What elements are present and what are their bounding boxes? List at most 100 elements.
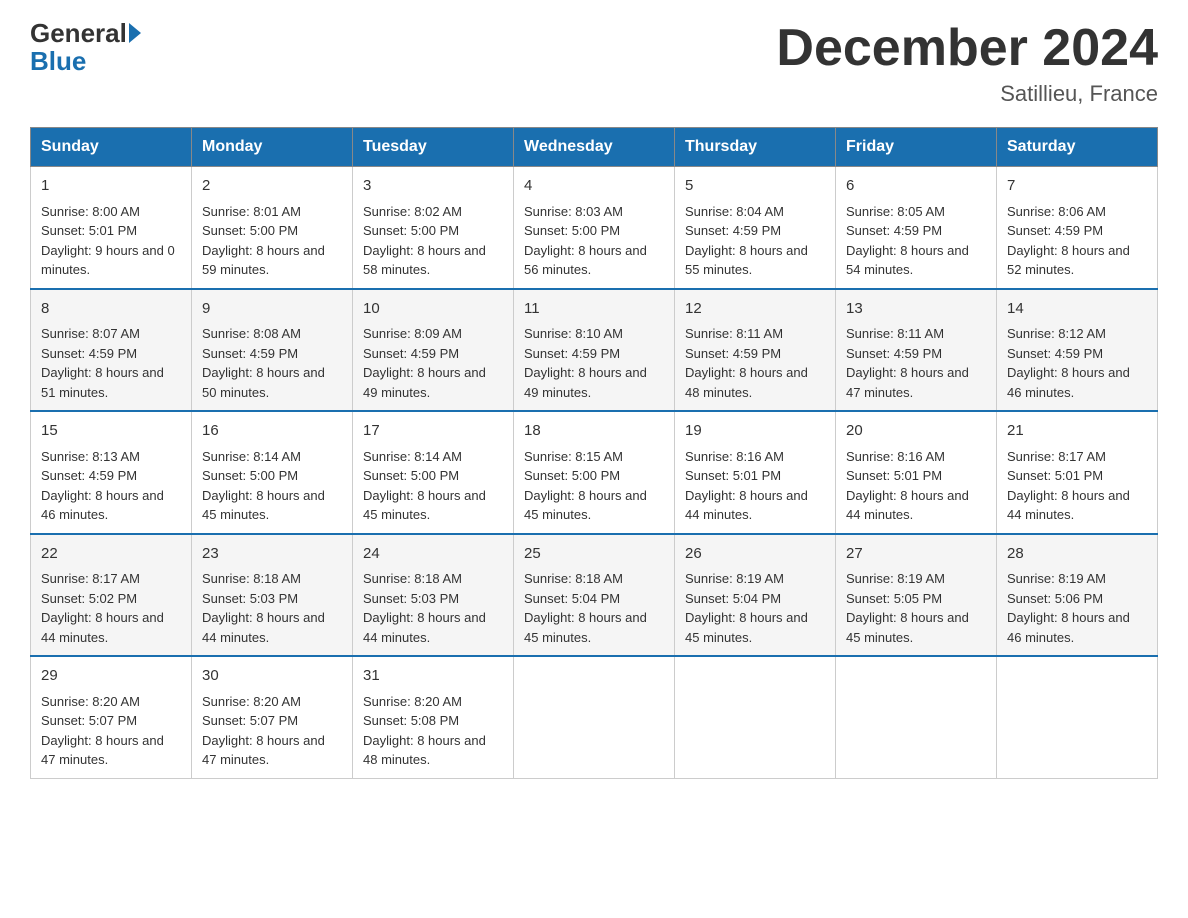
daylight-info: Daylight: 8 hours and 45 minutes.: [524, 486, 664, 525]
calendar-cell: 6Sunrise: 8:05 AMSunset: 4:59 PMDaylight…: [836, 167, 997, 289]
sunrise-info: Sunrise: 8:02 AM: [363, 202, 503, 222]
sunset-info: Sunset: 5:00 PM: [524, 221, 664, 241]
day-header-friday: Friday: [836, 128, 997, 167]
day-number: 19: [685, 420, 825, 443]
sunset-info: Sunset: 4:59 PM: [202, 344, 342, 364]
sunrise-info: Sunrise: 8:04 AM: [685, 202, 825, 222]
sunset-info: Sunset: 5:05 PM: [846, 589, 986, 609]
daylight-info: Daylight: 8 hours and 46 minutes.: [41, 486, 181, 525]
sunset-info: Sunset: 5:01 PM: [1007, 466, 1147, 486]
calendar-cell: 14Sunrise: 8:12 AMSunset: 4:59 PMDayligh…: [997, 289, 1158, 412]
calendar-week-row: 8Sunrise: 8:07 AMSunset: 4:59 PMDaylight…: [31, 289, 1158, 412]
page-header: General Blue December 2024 Satillieu, Fr…: [30, 20, 1158, 107]
day-number: 18: [524, 420, 664, 443]
logo-blue-text: Blue: [30, 46, 86, 77]
day-number: 7: [1007, 175, 1147, 198]
sunrise-info: Sunrise: 8:11 AM: [685, 324, 825, 344]
calendar-cell: 18Sunrise: 8:15 AMSunset: 5:00 PMDayligh…: [514, 411, 675, 534]
day-number: 30: [202, 665, 342, 688]
sunrise-info: Sunrise: 8:14 AM: [363, 447, 503, 467]
daylight-info: Daylight: 8 hours and 58 minutes.: [363, 241, 503, 280]
day-number: 1: [41, 175, 181, 198]
calendar-cell: 3Sunrise: 8:02 AMSunset: 5:00 PMDaylight…: [353, 167, 514, 289]
day-header-tuesday: Tuesday: [353, 128, 514, 167]
logo-arrow-icon: [129, 23, 141, 43]
calendar-cell: 20Sunrise: 8:16 AMSunset: 5:01 PMDayligh…: [836, 411, 997, 534]
day-number: 13: [846, 298, 986, 321]
daylight-info: Daylight: 8 hours and 45 minutes.: [202, 486, 342, 525]
calendar-week-row: 15Sunrise: 8:13 AMSunset: 4:59 PMDayligh…: [31, 411, 1158, 534]
daylight-info: Daylight: 8 hours and 59 minutes.: [202, 241, 342, 280]
day-number: 10: [363, 298, 503, 321]
calendar-cell: [675, 656, 836, 778]
daylight-info: Daylight: 9 hours and 0 minutes.: [41, 241, 181, 280]
day-header-thursday: Thursday: [675, 128, 836, 167]
calendar-cell: 28Sunrise: 8:19 AMSunset: 5:06 PMDayligh…: [997, 534, 1158, 657]
daylight-info: Daylight: 8 hours and 45 minutes.: [846, 608, 986, 647]
calendar-cell: 25 Sunrise: 8:18 AMSunset: 5:04 PMDayligh…: [514, 534, 675, 657]
calendar-cell: 9Sunrise: 8:08 AMSunset: 4:59 PMDaylight…: [192, 289, 353, 412]
sunrise-info: Sunrise: 8:05 AM: [846, 202, 986, 222]
day-header-wednesday: Wednesday: [514, 128, 675, 167]
sunrise-info: Sunrise: 8:20 AM: [41, 692, 181, 712]
sunrise-info: Sunrise: 8:18 AM: [363, 569, 503, 589]
sunset-info: Sunset: 4:59 PM: [41, 466, 181, 486]
day-number: 3: [363, 175, 503, 198]
calendar-cell: 29Sunrise: 8:20 AMSunset: 5:07 PMDayligh…: [31, 656, 192, 778]
sunset-info: Sunset: 5:03 PM: [363, 589, 503, 609]
day-number: 20: [846, 420, 986, 443]
day-number: 23: [202, 543, 342, 566]
sunrise-info: Sunrise: 8:03 AM: [524, 202, 664, 222]
day-number: 16: [202, 420, 342, 443]
daylight-info: Daylight: 8 hours and 51 minutes.: [41, 363, 181, 402]
sunrise-info: Sunrise: 8:19 AM: [846, 569, 986, 589]
daylight-info: Daylight: 8 hours and 48 minutes.: [363, 731, 503, 770]
sunset-info: Sunset: 5:08 PM: [363, 711, 503, 731]
daylight-info: Daylight: 8 hours and 45 minutes.: [685, 608, 825, 647]
sunrise-info: Sunrise: 8:17 AM: [41, 569, 181, 589]
sunset-info: Sunset: 5:01 PM: [41, 221, 181, 241]
day-header-monday: Monday: [192, 128, 353, 167]
sunrise-info: Sunrise: 8:13 AM: [41, 447, 181, 467]
sunrise-info: Sunrise: 8:18 AM: [524, 569, 664, 589]
sunset-info: Sunset: 4:59 PM: [685, 344, 825, 364]
daylight-info: Daylight: 8 hours and 49 minutes.: [363, 363, 503, 402]
sunrise-info: Sunrise: 8:15 AM: [524, 447, 664, 467]
sunset-info: Sunset: 5:02 PM: [41, 589, 181, 609]
sunrise-info: Sunrise: 8:06 AM: [1007, 202, 1147, 222]
sunset-info: Sunset: 5:04 PM: [524, 589, 664, 609]
daylight-info: Daylight: 8 hours and 50 minutes.: [202, 363, 342, 402]
sunset-info: Sunset: 5:00 PM: [363, 466, 503, 486]
daylight-info: Daylight: 8 hours and 45 minutes.: [524, 608, 664, 647]
calendar-cell: 23Sunrise: 8:18 AMSunset: 5:03 PMDayligh…: [192, 534, 353, 657]
sunrise-info: Sunrise: 8:16 AM: [685, 447, 825, 467]
sunrise-info: Sunrise: 8:07 AM: [41, 324, 181, 344]
calendar-week-row: 29Sunrise: 8:20 AMSunset: 5:07 PMDayligh…: [31, 656, 1158, 778]
day-number: 6: [846, 175, 986, 198]
calendar-header-row: SundayMondayTuesdayWednesdayThursdayFrid…: [31, 128, 1158, 167]
day-number: 2: [202, 175, 342, 198]
sunset-info: Sunset: 5:03 PM: [202, 589, 342, 609]
day-number: 9: [202, 298, 342, 321]
day-number: 5: [685, 175, 825, 198]
sunset-info: Sunset: 4:59 PM: [846, 221, 986, 241]
calendar-cell: 13Sunrise: 8:11 AMSunset: 4:59 PMDayligh…: [836, 289, 997, 412]
day-number: 25: [524, 543, 664, 566]
calendar-cell: [514, 656, 675, 778]
day-number: 8: [41, 298, 181, 321]
day-number: 11: [524, 298, 664, 321]
sunset-info: Sunset: 4:59 PM: [846, 344, 986, 364]
daylight-info: Daylight: 8 hours and 55 minutes.: [685, 241, 825, 280]
daylight-info: Daylight: 8 hours and 56 minutes.: [524, 241, 664, 280]
calendar-cell: 11Sunrise: 8:10 AMSunset: 4:59 PMDayligh…: [514, 289, 675, 412]
calendar-cell: 10Sunrise: 8:09 AMSunset: 4:59 PMDayligh…: [353, 289, 514, 412]
daylight-info: Daylight: 8 hours and 45 minutes.: [363, 486, 503, 525]
day-number: 31: [363, 665, 503, 688]
day-number: 4: [524, 175, 664, 198]
sunset-info: Sunset: 5:01 PM: [685, 466, 825, 486]
sunrise-info: Sunrise: 8:09 AM: [363, 324, 503, 344]
day-number: 21: [1007, 420, 1147, 443]
daylight-info: Daylight: 8 hours and 44 minutes.: [202, 608, 342, 647]
daylight-info: Daylight: 8 hours and 46 minutes.: [1007, 363, 1147, 402]
sunrise-info: Sunrise: 8:19 AM: [685, 569, 825, 589]
